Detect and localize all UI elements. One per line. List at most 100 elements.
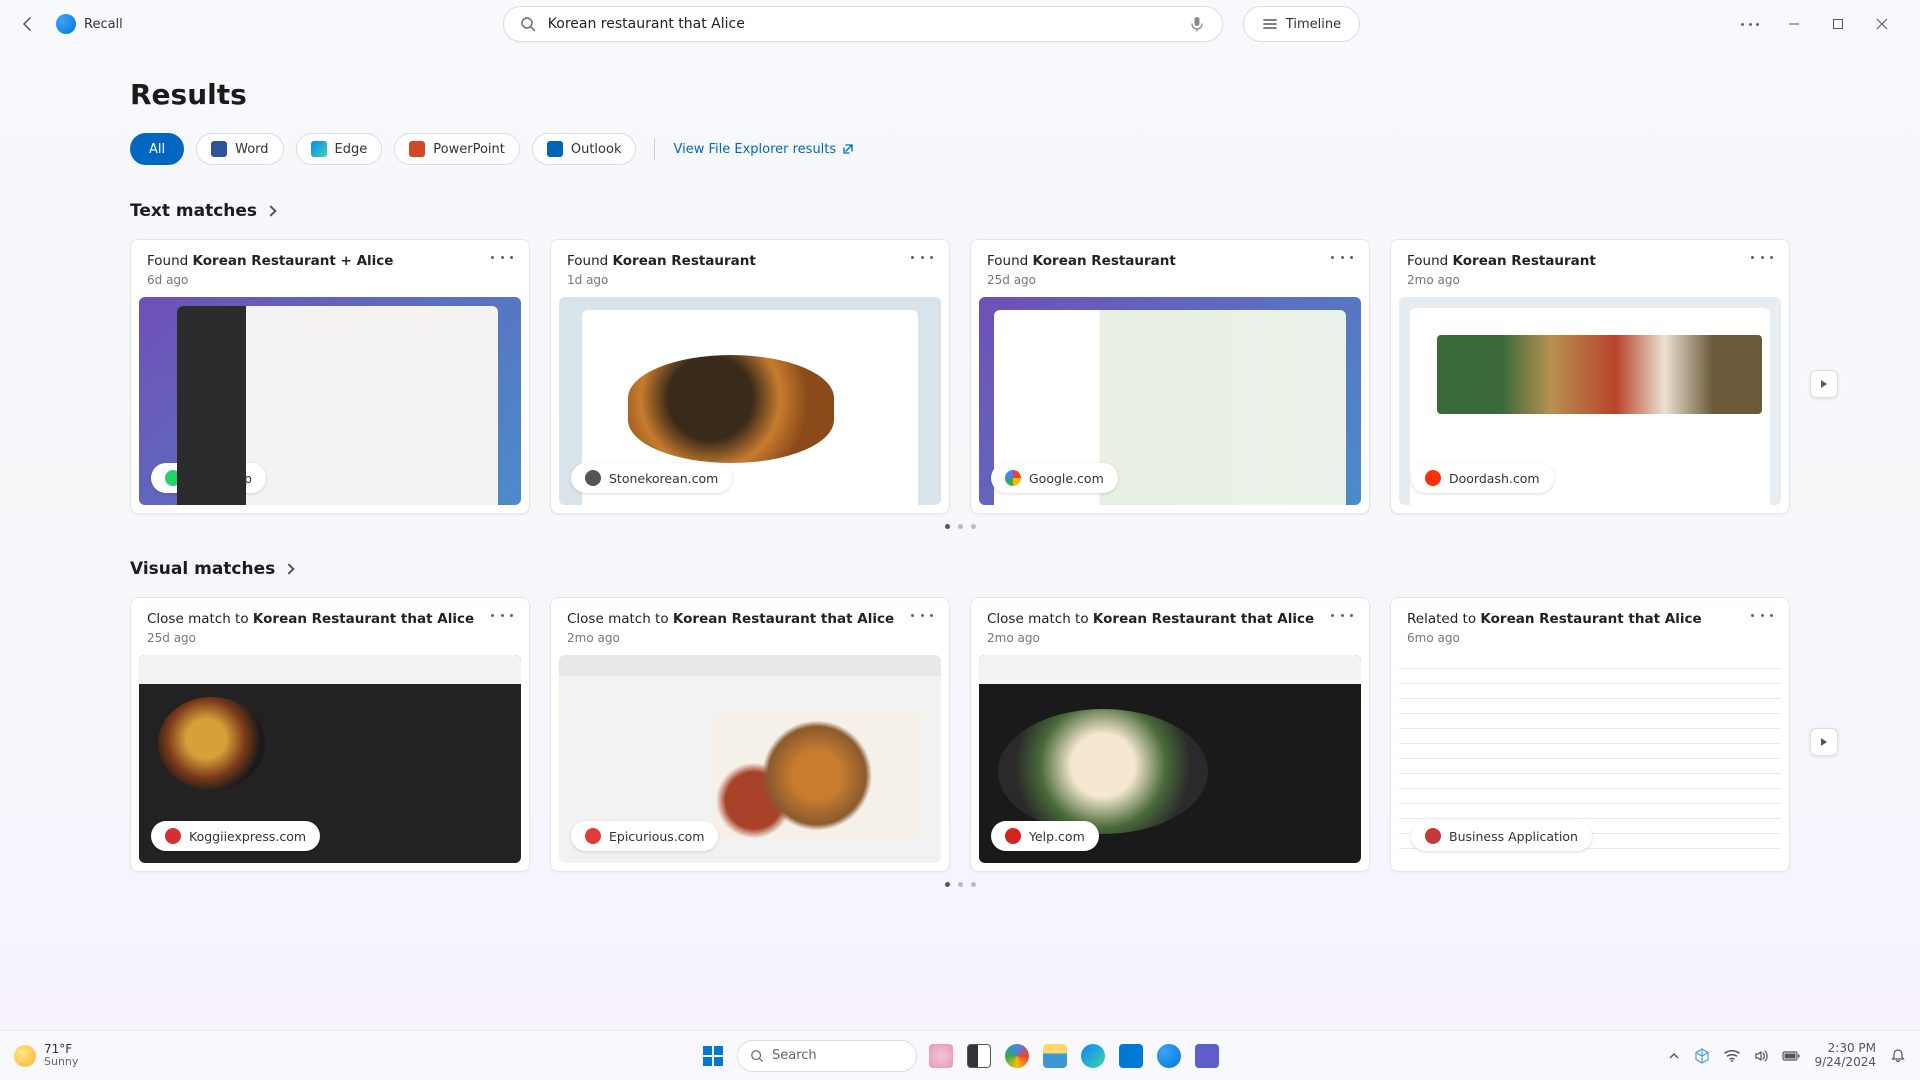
filter-chip-all[interactable]: All bbox=[130, 133, 184, 165]
start-button[interactable] bbox=[699, 1042, 727, 1070]
section-heading-visual-matches[interactable]: Visual matches bbox=[130, 559, 1790, 579]
minimize-button[interactable] bbox=[1772, 8, 1816, 40]
card-more-button[interactable] bbox=[1751, 614, 1773, 617]
taskbar-app-edge[interactable] bbox=[1079, 1042, 1107, 1070]
filter-chip-outlook[interactable]: Outlook bbox=[532, 133, 637, 165]
card-thumbnail: Business Application bbox=[1399, 655, 1781, 863]
source-badge: Business Application bbox=[1411, 821, 1592, 851]
site-icon bbox=[165, 828, 181, 844]
result-card[interactable]: Found Korean Restaurant 25d ago Google.c… bbox=[970, 239, 1370, 514]
pagination-dots bbox=[130, 524, 1790, 529]
window-more-button[interactable] bbox=[1728, 8, 1772, 40]
card-title: Found Korean Restaurant bbox=[567, 252, 911, 270]
card-title: Related to Korean Restaurant that Alice bbox=[1407, 610, 1751, 628]
file-explorer-link[interactable]: View File Explorer results bbox=[673, 142, 854, 157]
yelp-icon bbox=[1005, 828, 1021, 844]
wifi-icon[interactable] bbox=[1724, 1050, 1740, 1062]
weather-condition: Sunny bbox=[44, 1056, 78, 1068]
result-card[interactable]: Found Korean Restaurant + Alice 6d ago W… bbox=[130, 239, 530, 514]
card-thumbnail: Whatsapp bbox=[139, 297, 521, 505]
weather-widget[interactable]: 71°F Sunny bbox=[14, 1043, 78, 1068]
tray-cube-icon[interactable] bbox=[1694, 1048, 1710, 1064]
card-thumbnail: Google.com bbox=[979, 297, 1361, 505]
taskbar-app-copilot[interactable] bbox=[1003, 1042, 1031, 1070]
scroll-right-button[interactable] bbox=[1810, 728, 1838, 756]
taskbar-app-taskview[interactable] bbox=[965, 1042, 993, 1070]
source-badge: Google.com bbox=[991, 463, 1118, 493]
filter-chip-edge[interactable]: Edge bbox=[296, 133, 383, 165]
external-link-icon bbox=[842, 143, 854, 155]
result-card[interactable]: Found Korean Restaurant 2mo ago Doordash… bbox=[1390, 239, 1790, 514]
microphone-icon[interactable] bbox=[1188, 15, 1206, 33]
result-card[interactable]: Close match to Korean Restaurant that Al… bbox=[970, 597, 1370, 872]
card-more-button[interactable] bbox=[1331, 614, 1353, 617]
card-thumbnail: Epicurious.com bbox=[559, 655, 941, 863]
app-title: Recall bbox=[84, 17, 123, 32]
taskbar-search[interactable]: Search bbox=[737, 1040, 917, 1072]
taskbar: 71°F Sunny Search 2:30 PM 9/24/2024 bbox=[0, 1030, 1920, 1080]
notifications-icon[interactable] bbox=[1890, 1048, 1906, 1064]
card-title: Close match to Korean Restaurant that Al… bbox=[987, 610, 1331, 628]
main-content: Results All Word Edge PowerPoint Outlook… bbox=[0, 48, 1920, 887]
titlebar: Recall Timeline bbox=[0, 0, 1920, 48]
card-title: Close match to Korean Restaurant that Al… bbox=[567, 610, 911, 628]
battery-icon[interactable] bbox=[1782, 1050, 1800, 1062]
volume-icon[interactable] bbox=[1754, 1049, 1768, 1063]
card-thumbnail: Stonekorean.com bbox=[559, 297, 941, 505]
scroll-right-button[interactable] bbox=[1810, 370, 1838, 398]
tray-clock[interactable]: 2:30 PM 9/24/2024 bbox=[1814, 1042, 1876, 1070]
back-button[interactable] bbox=[16, 12, 40, 36]
sun-icon bbox=[14, 1045, 36, 1067]
chevron-right-icon bbox=[284, 563, 295, 574]
maximize-button[interactable] bbox=[1816, 8, 1860, 40]
word-icon bbox=[211, 141, 227, 157]
filter-divider bbox=[654, 138, 655, 160]
chevron-right-icon bbox=[265, 205, 276, 216]
search-box[interactable] bbox=[503, 6, 1223, 42]
result-card[interactable]: Close match to Korean Restaurant that Al… bbox=[130, 597, 530, 872]
site-icon bbox=[585, 470, 601, 486]
card-timestamp: 2mo ago bbox=[567, 631, 911, 645]
search-input[interactable] bbox=[548, 16, 1188, 32]
google-icon bbox=[1005, 470, 1021, 486]
card-more-button[interactable] bbox=[911, 256, 933, 259]
filter-chip-powerpoint[interactable]: PowerPoint bbox=[394, 133, 520, 165]
powerpoint-icon bbox=[409, 141, 425, 157]
close-button[interactable] bbox=[1860, 8, 1904, 40]
document-icon bbox=[1425, 828, 1441, 844]
card-thumbnail: Yelp.com bbox=[979, 655, 1361, 863]
timeline-button[interactable]: Timeline bbox=[1243, 6, 1360, 42]
card-more-button[interactable] bbox=[911, 614, 933, 617]
tray-chevron-icon[interactable] bbox=[1668, 1050, 1680, 1062]
source-badge: Stonekorean.com bbox=[571, 463, 732, 493]
card-timestamp: 25d ago bbox=[987, 273, 1331, 287]
card-timestamp: 25d ago bbox=[147, 631, 491, 645]
source-badge: Koggiiexpress.com bbox=[151, 821, 320, 851]
source-badge: Doordash.com bbox=[1411, 463, 1554, 493]
card-more-button[interactable] bbox=[1331, 256, 1353, 259]
result-card[interactable]: Related to Korean Restaurant that Alice … bbox=[1390, 597, 1790, 872]
recall-app-icon bbox=[56, 14, 76, 34]
section-heading-text-matches[interactable]: Text matches bbox=[130, 201, 1790, 221]
card-timestamp: 6d ago bbox=[147, 273, 491, 287]
result-card[interactable]: Close match to Korean Restaurant that Al… bbox=[550, 597, 950, 872]
text-matches-row: Found Korean Restaurant + Alice 6d ago W… bbox=[130, 239, 1790, 514]
results-heading: Results bbox=[130, 78, 1790, 111]
timeline-icon bbox=[1262, 18, 1278, 30]
filter-chip-word[interactable]: Word bbox=[196, 133, 283, 165]
system-tray: 2:30 PM 9/24/2024 bbox=[1668, 1042, 1906, 1070]
card-more-button[interactable] bbox=[491, 614, 513, 617]
card-more-button[interactable] bbox=[1751, 256, 1773, 259]
taskbar-app-lotus[interactable] bbox=[927, 1042, 955, 1070]
card-more-button[interactable] bbox=[491, 256, 513, 259]
doordash-icon bbox=[1425, 470, 1441, 486]
edge-icon bbox=[311, 141, 327, 157]
card-title: Found Korean Restaurant bbox=[1407, 252, 1751, 270]
taskbar-app-recall[interactable] bbox=[1155, 1042, 1183, 1070]
taskbar-app-teams[interactable] bbox=[1193, 1042, 1221, 1070]
taskbar-app-store[interactable] bbox=[1117, 1042, 1145, 1070]
card-thumbnail: Doordash.com bbox=[1399, 297, 1781, 505]
card-thumbnail: Koggiiexpress.com bbox=[139, 655, 521, 863]
taskbar-app-explorer[interactable] bbox=[1041, 1042, 1069, 1070]
result-card[interactable]: Found Korean Restaurant 1d ago Stonekore… bbox=[550, 239, 950, 514]
